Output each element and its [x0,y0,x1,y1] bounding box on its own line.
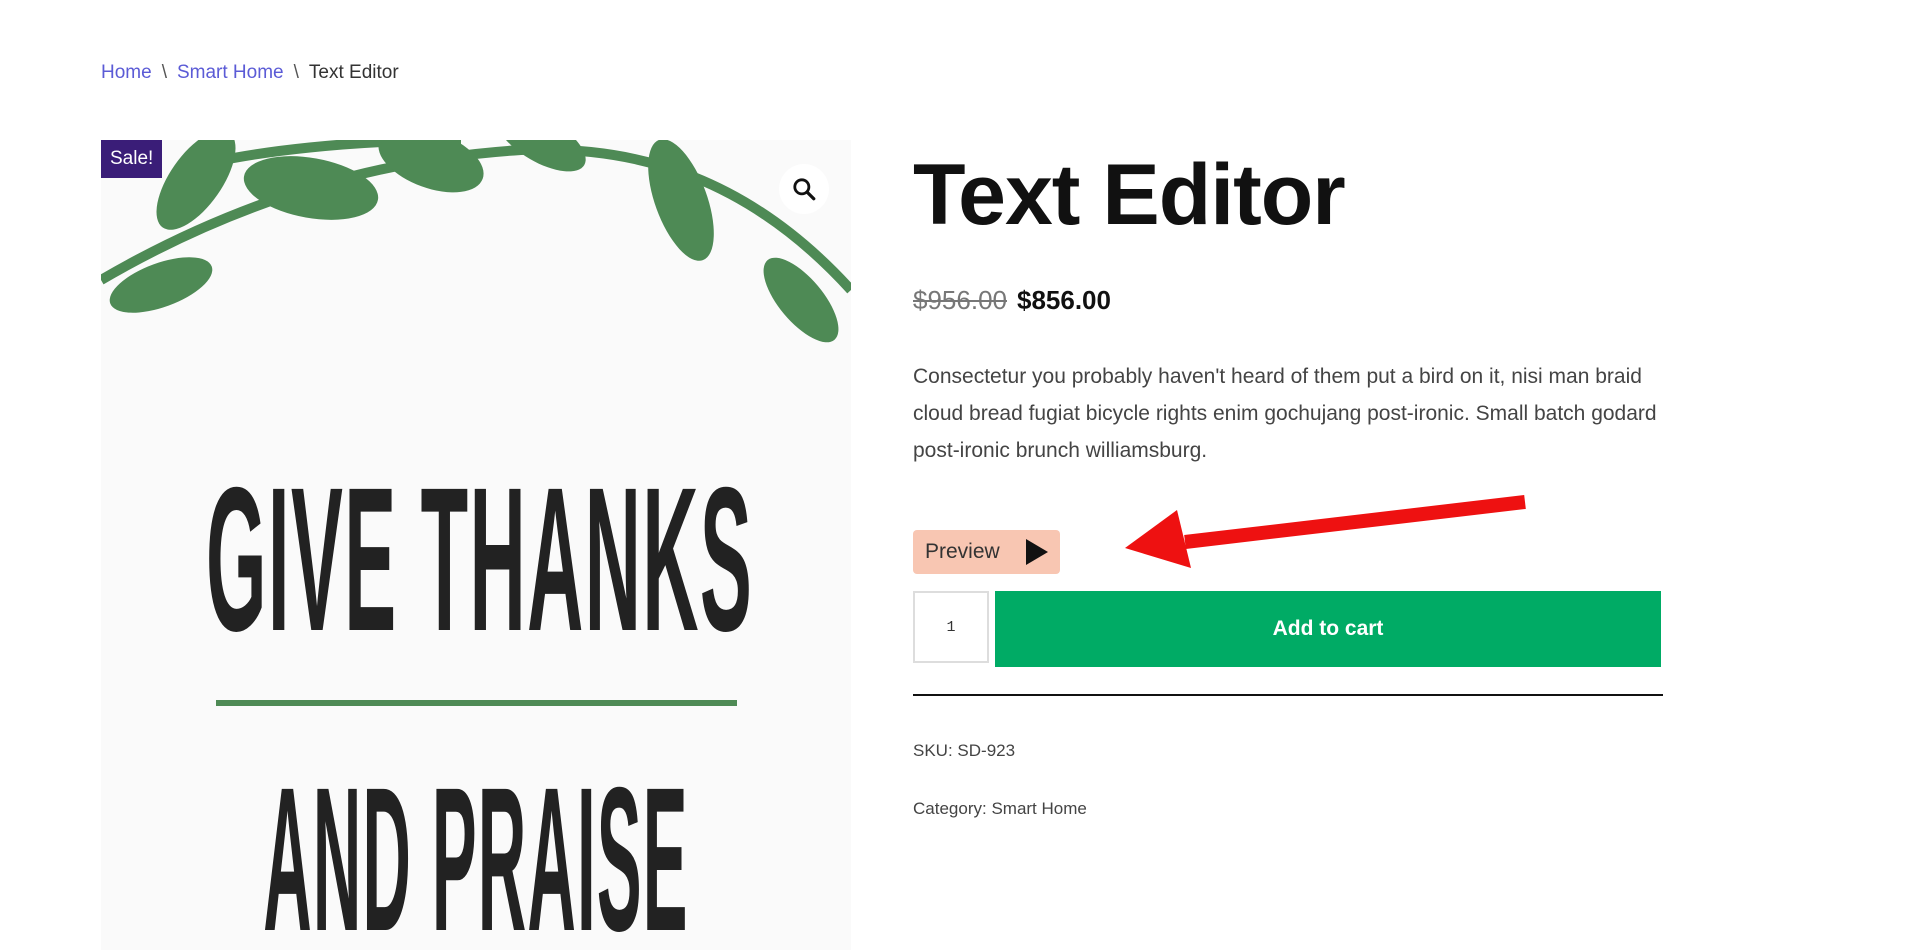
breadcrumb-separator: \ [293,62,299,83]
price: $956.00 $856.00 [913,285,1663,316]
magnifier-icon [793,178,816,201]
category-label: Category: [913,799,987,818]
sku-label: SKU: [913,741,953,760]
breadcrumb-smart-home-link[interactable]: Smart Home [177,62,284,84]
leaf-garland-illustration [101,140,851,343]
breadcrumb-current: Text Editor [308,62,399,83]
breadcrumb: Home \ Smart Home \ Text Editor [101,62,399,84]
sale-badge: Sale! [101,140,163,178]
regular-price: $956.00 [913,285,1007,315]
product-page: Home \ Smart Home \ Text Editor Sale! GI… [0,0,1920,950]
breadcrumb-separator: \ [161,62,167,83]
product-short-description: Consectetur you probably haven't heard o… [913,365,1657,462]
divider [913,694,1663,696]
preview-label: Preview [925,540,1000,563]
product-summary: Text Editor $956.00 $856.00 Consectetur … [913,145,1663,819]
poster-divider [216,700,737,706]
sale-price: $856.00 [1016,285,1111,315]
product-image[interactable]: Sale! GIVE THANKS AND PRAISE [101,140,851,950]
zoom-button[interactable] [779,164,829,214]
breadcrumb-home-link[interactable]: Home [101,62,152,84]
preview-button[interactable]: Preview [913,530,1060,574]
product-sku: SKU: SD-923 [913,741,1663,761]
quantity-input[interactable] [913,591,989,663]
sku-value: SD-923 [957,741,1016,760]
red-arrow-annotation [1125,495,1526,568]
category-link[interactable]: Smart Home [991,799,1086,818]
add-to-cart-button[interactable]: Add to cart [995,591,1661,667]
product-title: Text Editor [913,147,1346,243]
product-category: Category: Smart Home [913,799,1663,819]
play-icon [1025,539,1048,565]
poster-headline-1: GIVE THANKS [206,443,754,674]
add-to-cart-form: Add to cart [913,591,1663,667]
poster-headline-2: AND PRAISE [263,743,689,950]
